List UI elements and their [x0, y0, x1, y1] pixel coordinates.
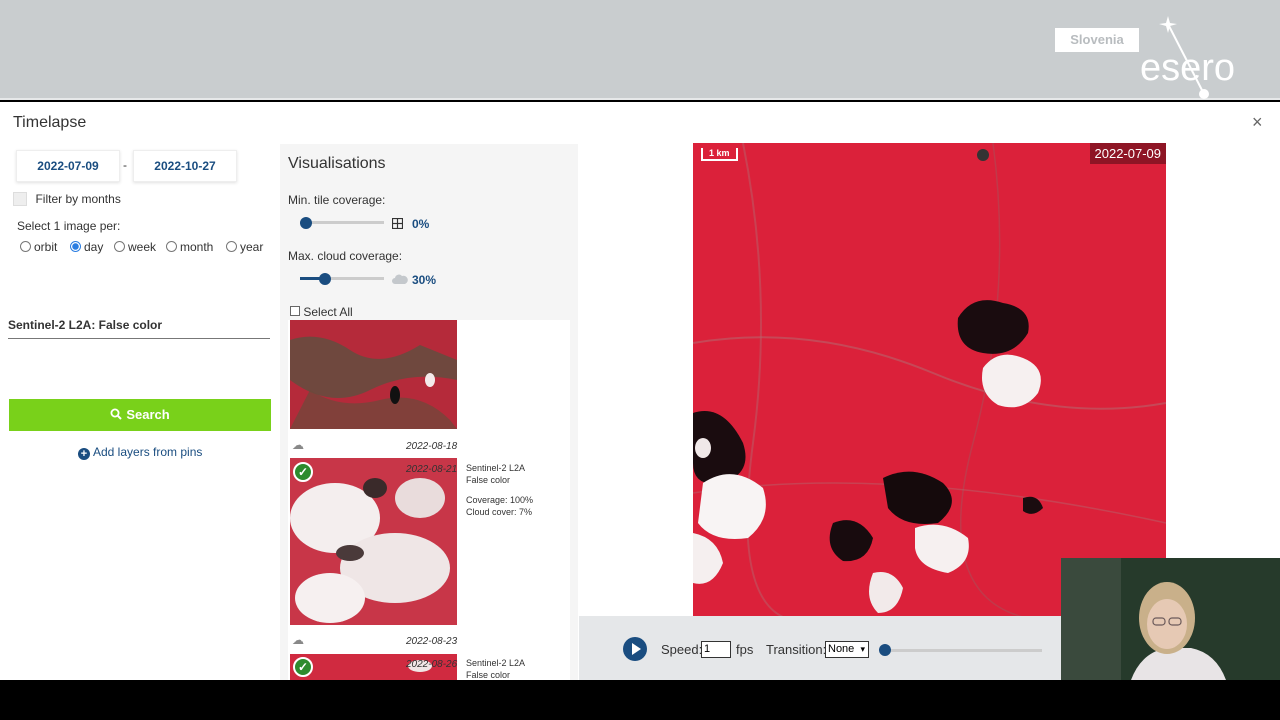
image-style: False color	[466, 670, 511, 680]
radio-circle[interactable]	[226, 241, 237, 252]
radio-day[interactable]: day	[70, 240, 103, 254]
filter-months-checkbox[interactable]	[13, 191, 27, 206]
radio-circle[interactable]	[70, 241, 81, 252]
radio-label: year	[240, 240, 264, 254]
radio-circle[interactable]	[20, 241, 31, 252]
date-separator: -	[123, 158, 127, 172]
chevron-down-icon: ▾	[860, 644, 865, 654]
max-cloud-knob[interactable]	[319, 273, 332, 285]
radio-circle[interactable]	[166, 241, 177, 252]
filter-by-months[interactable]: Filter by months	[13, 190, 121, 208]
speed-input[interactable]: 1	[701, 641, 731, 658]
date-to-input[interactable]: 2022-10-27	[133, 150, 237, 182]
transition-value: None	[828, 643, 855, 655]
grid-icon	[392, 218, 403, 229]
search-label: Search	[126, 407, 170, 422]
speed-label: Speed:	[661, 642, 703, 657]
check-icon[interactable]: ✓	[293, 657, 313, 677]
search-icon	[110, 408, 123, 420]
cloud-icon	[392, 274, 408, 284]
image-date: 2022-08-26	[406, 659, 458, 670]
close-icon[interactable]: ×	[1252, 112, 1263, 133]
image-coverage: Coverage: 100%	[466, 495, 534, 505]
presenter-video	[1061, 558, 1280, 680]
add-layers-label: Add layers from pins	[93, 445, 203, 459]
top-banner: Slovenia esero	[0, 0, 1280, 100]
cloud-icon: ☁	[292, 438, 304, 452]
layer-name-field[interactable]: Sentinel-2 L2A: False color	[8, 318, 270, 339]
max-cloud-label: Max. cloud coverage:	[288, 249, 403, 263]
min-tile-value: 0%	[412, 217, 430, 231]
check-icon[interactable]: ✓	[293, 462, 313, 482]
radio-week[interactable]: week	[114, 240, 156, 254]
radio-label: day	[84, 240, 104, 254]
image-date: 2022-08-23	[406, 636, 458, 647]
play-icon[interactable]	[623, 637, 647, 661]
radio-month[interactable]: month	[166, 240, 213, 254]
max-cloud-value: 30%	[412, 273, 437, 287]
timeline-knob[interactable]	[879, 644, 891, 656]
letterbox-bar	[0, 680, 1280, 720]
select-per-label: Select 1 image per:	[17, 219, 121, 233]
image-info: Sentinel-2 L2A False color Coverage: 100…	[466, 462, 533, 518]
add-layers-link[interactable]: + Add layers from pins	[78, 445, 202, 460]
transition-select[interactable]: None ▾	[825, 641, 869, 658]
select-all-label: Select All	[303, 305, 353, 319]
plus-circle-icon: +	[78, 448, 90, 460]
search-button[interactable]: Search	[9, 399, 271, 431]
radio-orbit[interactable]: orbit	[20, 240, 57, 254]
image-cloud: Cloud cover: 7%	[466, 507, 533, 517]
image-info: Sentinel-2 L2A False color	[466, 657, 525, 680]
visualisations-panel: Visualisations Min. tile coverage: 0% Ma…	[280, 144, 578, 680]
select-all-checkbox[interactable]	[290, 306, 300, 316]
radio-label: orbit	[34, 240, 58, 254]
image-source: Sentinel-2 L2A	[466, 463, 526, 473]
date-from-input[interactable]: 2022-07-09	[16, 150, 120, 182]
image-date: 2022-08-21	[406, 464, 458, 475]
webcam-overlay	[1061, 558, 1280, 680]
timelapse-preview: 1 km 2022-07-09	[693, 143, 1166, 617]
radio-year[interactable]: year	[226, 240, 263, 254]
region-label: Slovenia	[1055, 28, 1139, 52]
modal-title: Timelapse	[13, 114, 87, 131]
min-tile-label: Min. tile coverage:	[288, 193, 386, 207]
radio-label: week	[128, 240, 157, 254]
fps-label: fps	[736, 642, 754, 657]
radio-label: month	[180, 240, 214, 254]
esero-logo: esero	[1140, 16, 1235, 99]
image-style: False color	[466, 475, 511, 485]
transition-label: Transition:	[766, 642, 827, 657]
thumbnail-image[interactable]	[290, 458, 457, 625]
visualisations-title: Visualisations	[288, 155, 386, 172]
cloud-icon: ☁	[292, 633, 304, 647]
scale-bar: 1 km	[701, 148, 738, 161]
filter-months-label: Filter by months	[35, 192, 121, 206]
image-date: 2022-08-18	[406, 441, 458, 452]
image-list[interactable]: ☁ 2022-08-18 ✓ 2022-08-21 Sentinel-2 L2A…	[288, 320, 570, 680]
preview-date: 2022-07-09	[1089, 143, 1166, 164]
satellite-image	[693, 143, 1166, 617]
min-tile-knob[interactable]	[300, 217, 312, 229]
select-all[interactable]: Select All	[290, 305, 353, 319]
timeline-track[interactable]	[882, 649, 1042, 652]
min-tile-track[interactable]	[300, 221, 384, 224]
logo-text: esero	[1140, 47, 1235, 89]
thumbnail-image[interactable]	[290, 320, 457, 429]
radio-circle[interactable]	[114, 241, 125, 252]
image-source: Sentinel-2 L2A	[466, 658, 526, 668]
